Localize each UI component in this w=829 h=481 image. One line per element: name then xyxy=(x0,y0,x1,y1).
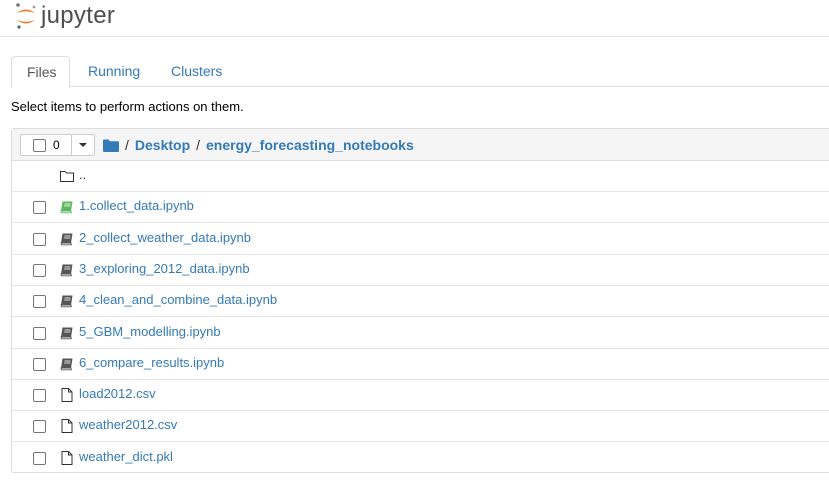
file-name-link[interactable]: weather2012.csv xyxy=(79,417,177,432)
file-list-panel: 0 / Desktop / energy_forecasting_noteboo… xyxy=(11,128,829,473)
file-row[interactable]: 1.collect_data.ipynb xyxy=(12,192,829,224)
file-icon xyxy=(61,388,73,403)
row-checkbox[interactable] xyxy=(33,263,46,277)
select-dropdown-button[interactable] xyxy=(72,135,94,155)
folder-icon[interactable] xyxy=(103,139,119,152)
tab-clusters[interactable]: Clusters xyxy=(156,56,237,87)
book-icon xyxy=(60,295,73,308)
file-icon xyxy=(61,419,73,434)
tab-bar: Files Running Clusters xyxy=(11,56,829,88)
select-all-checkbox[interactable] xyxy=(33,138,46,152)
file-row[interactable]: weather_dict.pkl xyxy=(12,443,829,474)
breadcrumb-current-folder[interactable]: energy_forecasting_notebooks xyxy=(206,137,414,153)
jupyter-logo-icon xyxy=(16,3,36,29)
file-row[interactable]: load2012.csv xyxy=(12,380,829,412)
book-icon xyxy=(60,233,73,245)
row-checkbox[interactable] xyxy=(33,232,46,246)
file-row[interactable]: .. xyxy=(12,161,829,192)
file-list-header: 0 / Desktop / energy_forecasting_noteboo… xyxy=(12,129,829,161)
book-icon xyxy=(60,327,73,339)
row-checkbox[interactable] xyxy=(33,295,46,309)
jupyter-logo[interactable]: jupyter xyxy=(14,1,115,31)
row-checkbox[interactable] xyxy=(33,451,46,465)
breadcrumb-separator: / xyxy=(196,137,201,153)
selected-count: 0 xyxy=(53,138,60,152)
select-all-toggle[interactable]: 0 xyxy=(21,135,72,155)
file-name-link[interactable]: .. xyxy=(79,167,86,182)
row-checkbox[interactable] xyxy=(33,357,46,371)
book-icon xyxy=(60,358,73,371)
file-row[interactable]: weather2012.csv xyxy=(12,411,829,443)
logo-text: jupyter xyxy=(41,2,116,29)
file-row[interactable]: 6_compare_results.ipynb xyxy=(12,349,829,380)
file-name-link[interactable]: 3_exploring_2012_data.ipynb xyxy=(79,261,250,276)
file-name-link[interactable]: 5_GBM_modelling.ipynb xyxy=(79,324,221,339)
file-row[interactable]: 3_exploring_2012_data.ipynb xyxy=(12,255,829,286)
breadcrumb: / Desktop / energy_forecasting_notebooks xyxy=(103,129,414,161)
header-bar: jupyter xyxy=(0,0,829,37)
chevron-down-icon xyxy=(79,143,87,147)
selection-hint: Select items to perform actions on them. xyxy=(11,99,244,114)
row-checkbox[interactable] xyxy=(33,420,46,434)
file-icon xyxy=(61,450,73,465)
row-checkbox[interactable] xyxy=(33,201,46,215)
file-name-link[interactable]: 1.collect_data.ipynb xyxy=(79,198,194,213)
folder-icon xyxy=(60,171,74,182)
file-row[interactable]: 2_collect_weather_data.ipynb xyxy=(12,224,829,255)
file-name-link[interactable]: 2_collect_weather_data.ipynb xyxy=(79,230,251,245)
select-all-button[interactable]: 0 xyxy=(20,134,95,156)
file-name-link[interactable]: 6_compare_results.ipynb xyxy=(79,355,224,370)
row-checkbox[interactable] xyxy=(33,326,46,340)
book-icon xyxy=(60,201,73,214)
file-row[interactable]: 5_GBM_modelling.ipynb xyxy=(12,318,829,349)
breadcrumb-desktop[interactable]: Desktop xyxy=(135,137,190,153)
tab-files[interactable]: Files xyxy=(11,56,70,88)
breadcrumb-separator: / xyxy=(125,137,129,153)
tab-running[interactable]: Running xyxy=(73,56,155,87)
file-name-link[interactable]: weather_dict.pkl xyxy=(79,449,173,464)
file-name-link[interactable]: 4_clean_and_combine_data.ipynb xyxy=(79,292,277,307)
row-checkbox[interactable] xyxy=(33,389,46,403)
file-row[interactable]: 4_clean_and_combine_data.ipynb xyxy=(12,286,829,318)
file-name-link[interactable]: load2012.csv xyxy=(79,386,156,401)
book-icon xyxy=(60,264,73,277)
